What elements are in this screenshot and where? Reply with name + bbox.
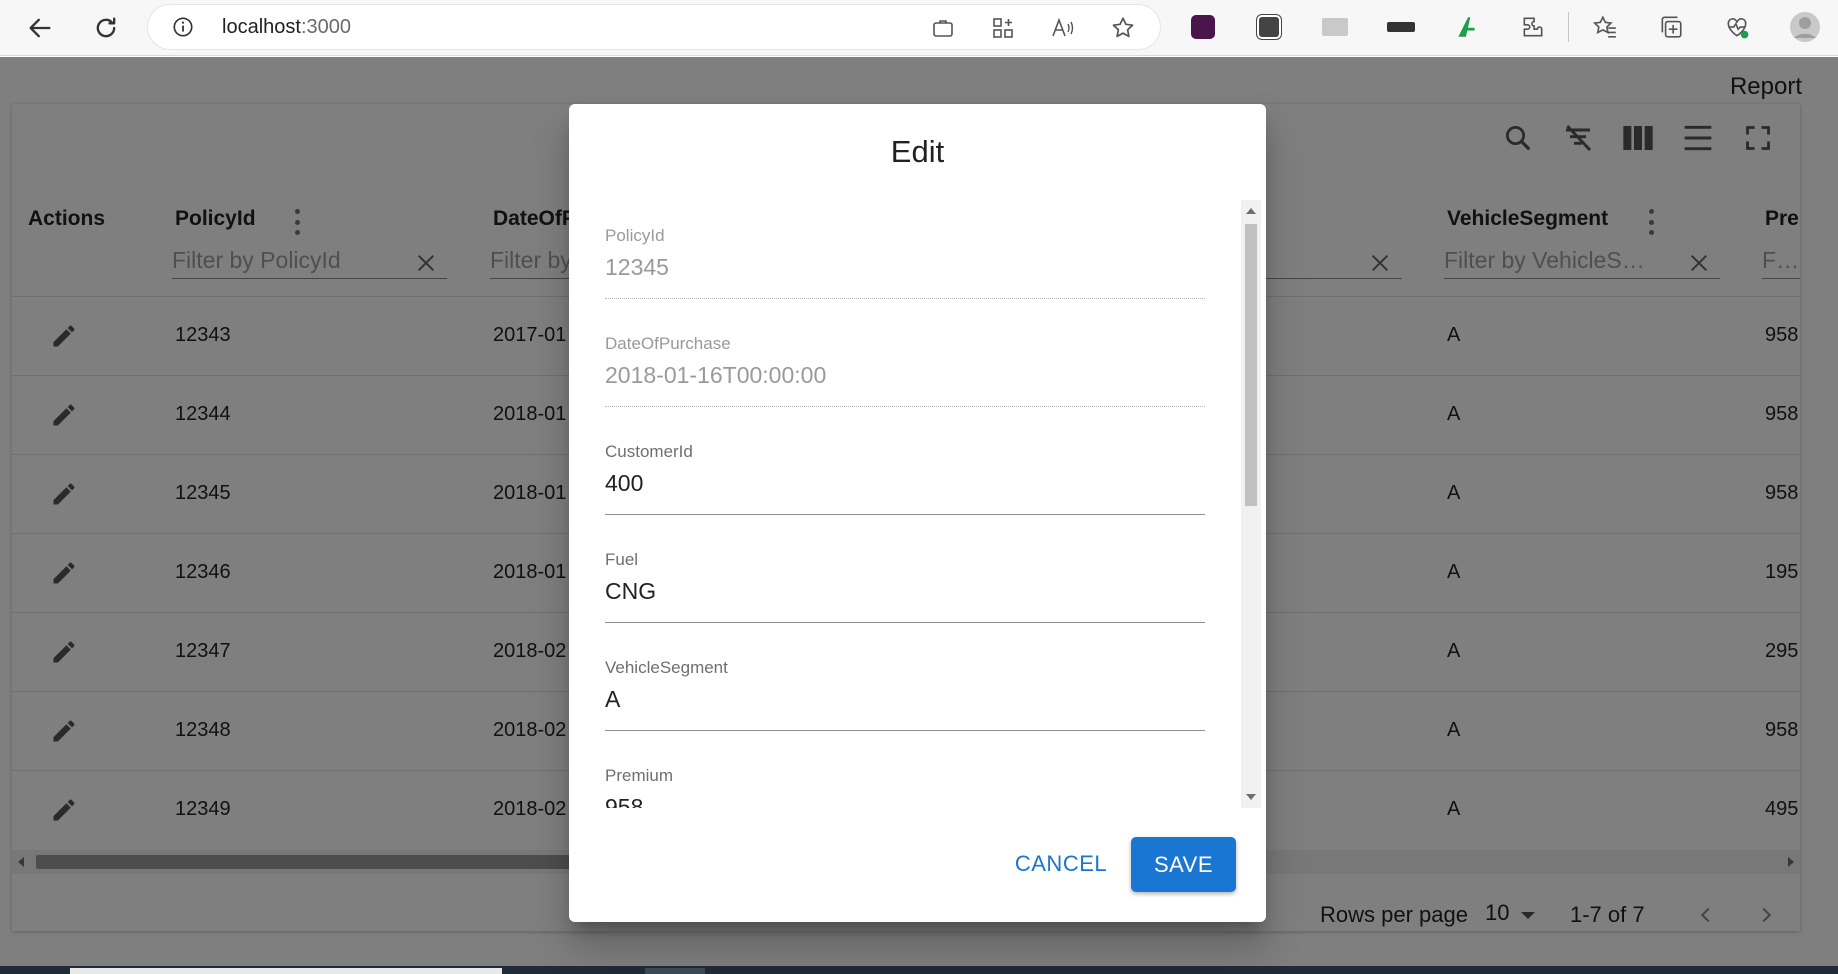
edit-dialog: Edit PolicyId 12345 DateOfPurchase 2018-… [569, 104, 1266, 922]
taskbar-item[interactable] [645, 968, 705, 974]
field-label: DateOfPurchase [605, 334, 731, 353]
read-aloud-icon[interactable] [1050, 15, 1076, 41]
field-value[interactable]: CNG [605, 578, 656, 605]
taskbar [0, 966, 1838, 974]
browser-toolbar: localhost:3000 [0, 0, 1838, 56]
extension-icon[interactable] [1252, 10, 1286, 44]
field-value[interactable]: 958 [605, 794, 643, 808]
shopping-icon[interactable] [930, 15, 956, 41]
field-underline [605, 298, 1205, 299]
browser-essentials-icon[interactable] [1720, 10, 1754, 44]
field-label: VehicleSegment [605, 658, 728, 677]
back-button[interactable] [20, 8, 60, 48]
refresh-button[interactable] [86, 8, 126, 48]
favorite-star-icon[interactable] [1110, 15, 1136, 41]
field-underline [605, 622, 1205, 623]
extension-icon[interactable] [1186, 10, 1220, 44]
apps-grid-icon[interactable] [990, 15, 1016, 41]
refresh-icon [96, 17, 116, 38]
dialog-title: Edit [890, 134, 945, 169]
field-label: Fuel [605, 550, 639, 569]
save-button[interactable]: SAVE [1131, 837, 1236, 892]
extension-icon[interactable] [1450, 10, 1484, 44]
field-label: Premium [605, 766, 674, 785]
scroll-down-icon[interactable] [1246, 794, 1256, 800]
extension-icon[interactable] [1318, 10, 1352, 44]
cancel-button[interactable]: CANCEL [1006, 837, 1116, 891]
field-value[interactable]: A [605, 686, 620, 713]
field-label: CustomerId [605, 442, 693, 461]
field-underline [605, 730, 1205, 731]
dialog-form: PolicyId 12345 DateOfPurchase 2018-01-16… [569, 200, 1266, 808]
field-value[interactable]: 400 [605, 470, 643, 497]
info-icon[interactable] [172, 16, 194, 38]
scrollbar-thumb[interactable] [1245, 224, 1257, 506]
address-text[interactable]: localhost:3000 [222, 16, 351, 39]
favorites-icon[interactable] [1588, 10, 1622, 44]
field-label: PolicyId [605, 226, 665, 245]
collections-icon[interactable] [1654, 10, 1688, 44]
field-value: 12345 [605, 254, 669, 280]
toolbar-separator [1568, 12, 1569, 42]
address-host: localhost [222, 16, 301, 38]
address-port: :3000 [300, 16, 351, 38]
field-underline [605, 514, 1205, 515]
scroll-up-icon[interactable] [1246, 208, 1256, 214]
profile-avatar-icon[interactable] [1788, 10, 1822, 44]
extensions-puzzle-icon[interactable] [1516, 10, 1550, 44]
extension-icon[interactable] [1384, 10, 1418, 44]
dialog-vertical-scrollbar[interactable] [1241, 200, 1261, 808]
taskbar-item[interactable] [70, 968, 502, 974]
field-underline [605, 406, 1205, 407]
address-bar[interactable]: localhost:3000 [148, 5, 1160, 49]
field-value: 2018-01-16T00:00:00 [605, 362, 827, 388]
back-arrow-icon [29, 18, 51, 38]
